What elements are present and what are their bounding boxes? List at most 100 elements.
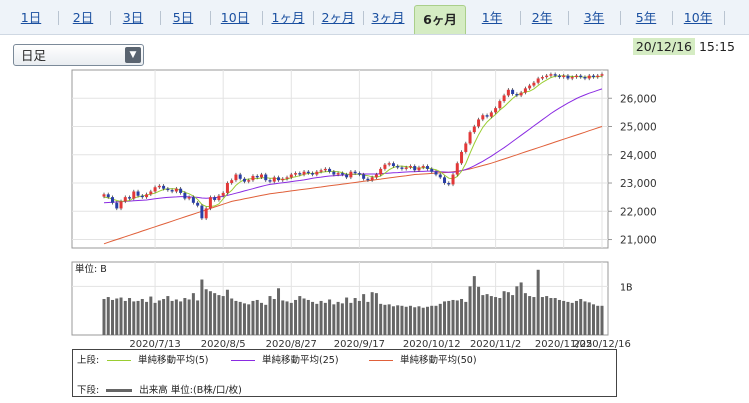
candle-body bbox=[289, 174, 293, 178]
candle-body bbox=[166, 188, 170, 191]
candle-body bbox=[157, 185, 161, 188]
candle-body bbox=[242, 178, 246, 182]
candle-body bbox=[481, 115, 485, 120]
volume-bar bbox=[196, 300, 200, 335]
volume-bar bbox=[221, 296, 225, 335]
volume-bar bbox=[430, 305, 434, 335]
volume-plot-area bbox=[71, 261, 609, 336]
volume-bar bbox=[277, 288, 281, 335]
candle-body bbox=[247, 180, 251, 182]
legend-lower: 下段: 出来高 単位:(B株/口/枚) bbox=[77, 382, 242, 396]
volume-bar bbox=[213, 293, 217, 335]
volume-bar bbox=[332, 304, 336, 335]
candle-body bbox=[413, 166, 417, 171]
candle-body bbox=[145, 194, 149, 198]
volume-bar bbox=[396, 305, 400, 335]
candle-body bbox=[285, 177, 289, 179]
candle-body bbox=[362, 174, 366, 179]
candle-body bbox=[519, 92, 523, 96]
volume-bar bbox=[464, 301, 468, 335]
volume-bar bbox=[374, 293, 378, 335]
volume-bar bbox=[370, 292, 374, 335]
candle-body bbox=[123, 197, 127, 202]
price-tick-label: 26,000 bbox=[620, 93, 657, 105]
volume-bar bbox=[404, 306, 408, 335]
volume-bar bbox=[562, 300, 566, 335]
volume-bar bbox=[136, 300, 140, 335]
volume-bar bbox=[421, 307, 425, 335]
candle-body bbox=[328, 168, 332, 172]
volume-bar bbox=[451, 299, 455, 335]
candle-body bbox=[213, 197, 217, 200]
candle-body bbox=[136, 191, 140, 196]
candle-body bbox=[434, 171, 438, 175]
candle-body bbox=[494, 108, 498, 113]
candle-body bbox=[315, 171, 319, 175]
volume-bar bbox=[481, 295, 485, 335]
volume-bar bbox=[132, 301, 136, 335]
volume-bar bbox=[383, 304, 387, 335]
candle-body bbox=[506, 89, 510, 96]
candle-body bbox=[353, 171, 357, 174]
candle-body bbox=[553, 74, 557, 76]
volume-bar bbox=[242, 303, 246, 335]
volume-bar bbox=[413, 307, 417, 335]
legend-box: 上段: 単純移動平均(5) 単純移動平均(25) 単純移動平均(50) 下段: … bbox=[72, 349, 617, 397]
volume-bar bbox=[268, 296, 272, 335]
candle-body bbox=[391, 163, 395, 167]
candle-body bbox=[281, 178, 285, 181]
candle-body bbox=[400, 167, 404, 169]
candle-body bbox=[570, 77, 574, 79]
candle-body bbox=[264, 174, 268, 181]
candle-body bbox=[174, 188, 178, 192]
candle-body bbox=[600, 74, 604, 76]
candle-body bbox=[408, 166, 412, 168]
candle-body bbox=[259, 174, 263, 178]
candle-body bbox=[298, 173, 302, 175]
candle-body bbox=[251, 175, 255, 181]
candle-body bbox=[311, 173, 315, 175]
volume-bar bbox=[460, 298, 464, 335]
candle-body bbox=[562, 75, 566, 78]
volume-bar bbox=[506, 292, 510, 335]
volume-bar bbox=[387, 304, 391, 335]
volume-bar bbox=[306, 299, 310, 335]
volume-bar bbox=[102, 298, 106, 335]
candle-body bbox=[489, 112, 493, 117]
candle-body bbox=[332, 171, 336, 175]
candle-body bbox=[162, 185, 166, 189]
candle-body bbox=[149, 191, 153, 195]
volume-bar bbox=[391, 306, 395, 335]
candle-body bbox=[455, 163, 459, 175]
volume-bar bbox=[230, 298, 234, 335]
volume-bar bbox=[323, 302, 327, 335]
candle-body bbox=[196, 202, 200, 206]
volume-bar bbox=[285, 301, 289, 335]
volume-bar bbox=[408, 305, 412, 335]
candle-body bbox=[528, 85, 532, 89]
volume-bar bbox=[600, 305, 604, 335]
candle-body bbox=[302, 171, 306, 175]
candle-body bbox=[583, 77, 587, 79]
candle-body bbox=[383, 164, 387, 169]
volume-bar bbox=[183, 298, 187, 335]
volume-bar bbox=[238, 301, 242, 335]
candle-body bbox=[515, 94, 519, 96]
volume-bar bbox=[532, 297, 536, 335]
candle-body bbox=[345, 174, 349, 178]
candle-body bbox=[115, 202, 119, 209]
volume-bar bbox=[511, 295, 515, 335]
volume-bar bbox=[179, 301, 183, 335]
volume-bar bbox=[264, 304, 268, 335]
volume-bar bbox=[225, 289, 229, 335]
volume-bar bbox=[498, 298, 502, 335]
candle-body bbox=[294, 173, 298, 175]
volume-bar bbox=[468, 286, 472, 335]
volume-bar bbox=[162, 298, 166, 335]
candle-body bbox=[421, 166, 425, 168]
candle-body bbox=[502, 95, 506, 102]
volume-bar bbox=[596, 305, 600, 335]
volume-bar bbox=[443, 301, 447, 335]
volume-bar bbox=[111, 299, 115, 335]
volume-bar bbox=[149, 296, 153, 335]
